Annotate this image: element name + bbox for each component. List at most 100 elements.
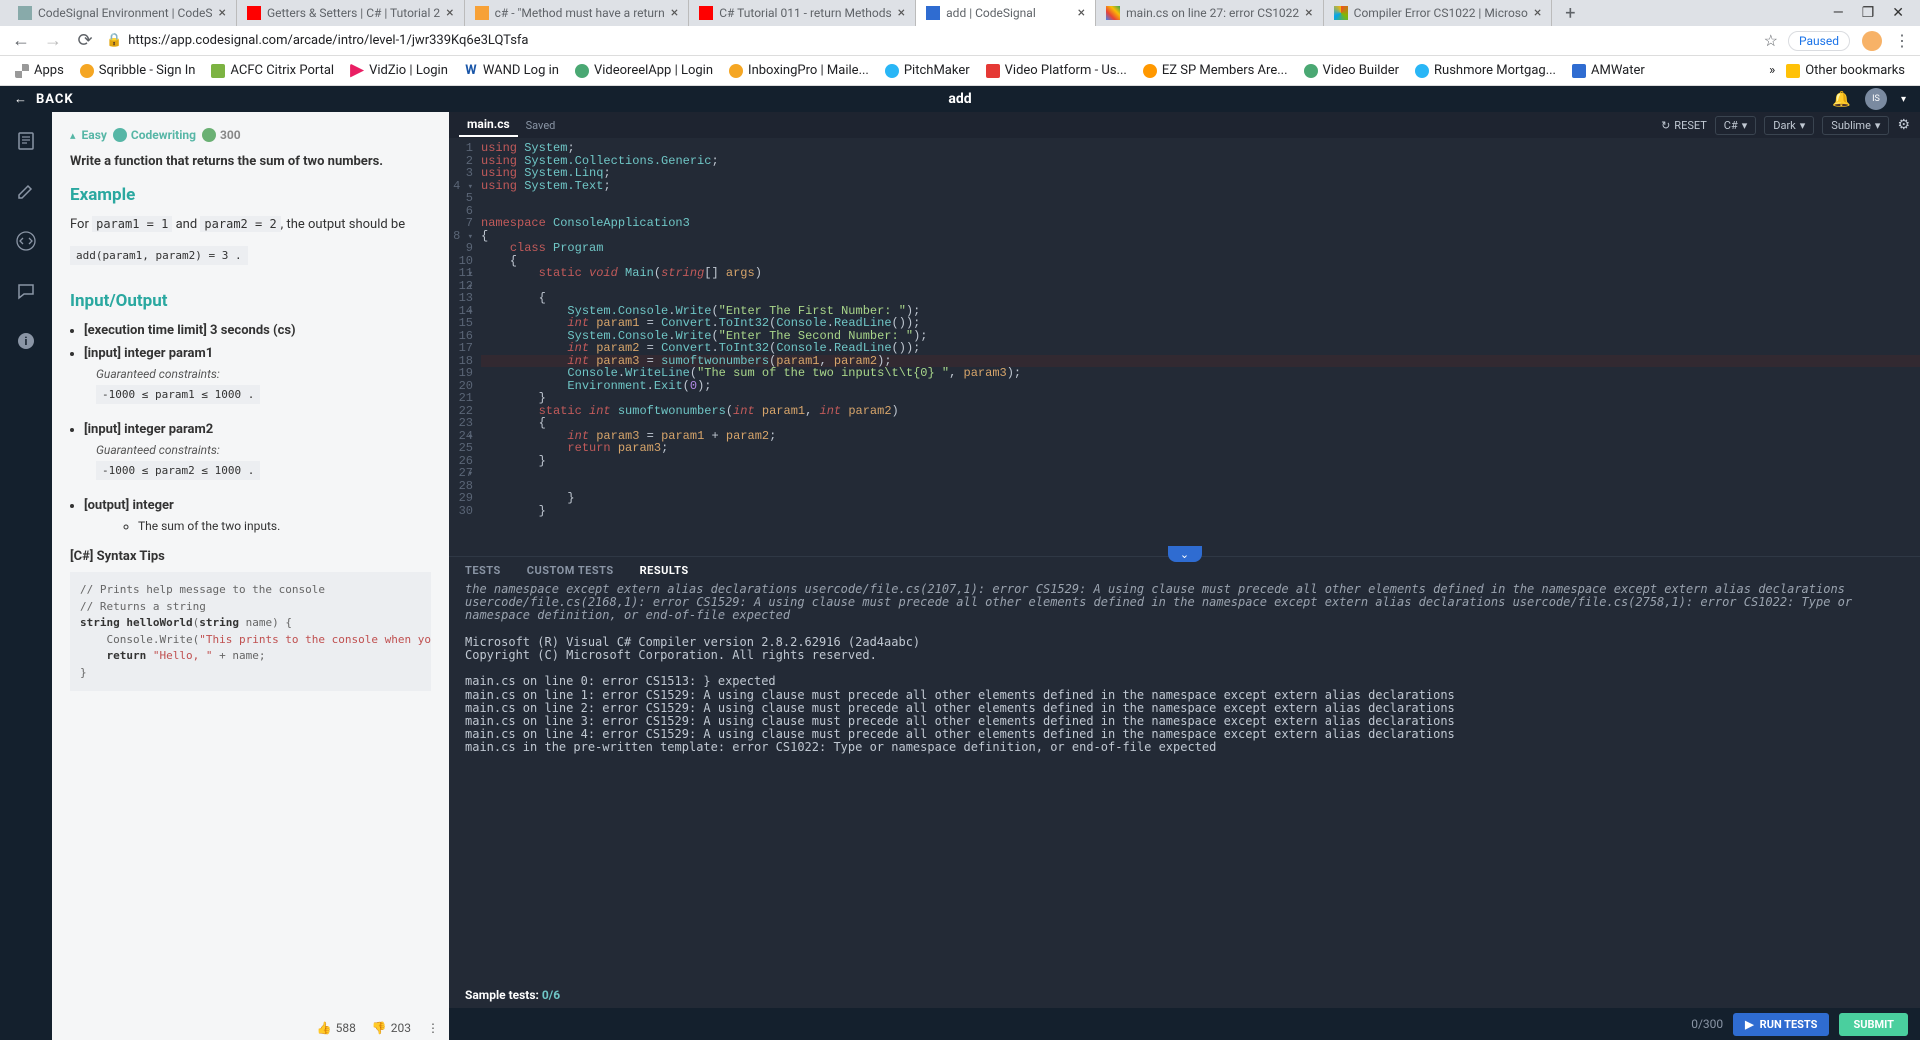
keymap-select[interactable]: Sublime▾	[1822, 116, 1889, 135]
tab-4[interactable]: C# Tutorial 011 - return Methods×	[689, 0, 916, 26]
chevron-down-icon: ▾	[1875, 119, 1881, 132]
left-rail: i	[0, 112, 52, 1040]
code-icon[interactable]	[15, 230, 37, 252]
tab-2[interactable]: Getters & Setters | C# | Tutorial 2×	[237, 0, 465, 26]
tab-5-active[interactable]: add | CodeSignal ×	[916, 0, 1096, 26]
comment-icon[interactable]	[15, 280, 37, 302]
thumb-up-icon: 👍	[317, 1021, 332, 1035]
upvote-button[interactable]: 👍588	[317, 1021, 356, 1035]
paused-badge[interactable]: Paused	[1788, 31, 1850, 51]
line-gutter: 1234 ▾5678 ▾910 ▾11 ▾1213 ▾1415161718192…	[449, 142, 481, 556]
menu-icon[interactable]: ⋮	[1894, 31, 1910, 50]
maximize-icon[interactable]: ❐	[1862, 5, 1875, 21]
bookmark-item[interactable]: AMWater	[1567, 61, 1650, 80]
io-output: [output] integer	[84, 498, 431, 513]
language-select[interactable]: C#▾	[1715, 116, 1756, 135]
close-icon[interactable]: ×	[1078, 5, 1085, 21]
result-line: the namespace except extern alias declar…	[465, 583, 1904, 623]
submit-button[interactable]: SUBMIT	[1839, 1013, 1908, 1036]
results-tabs: TESTS CUSTOM TESTS RESULTS	[449, 557, 1920, 583]
tab-3[interactable]: c# - "Method must have a return ×	[465, 0, 690, 26]
editor-header: main.cs Saved ↻RESET C#▾ Dark▾ Sublime▾ …	[449, 112, 1920, 138]
close-icon[interactable]: ×	[898, 5, 905, 21]
tab-custom-tests[interactable]: CUSTOM TESTS	[527, 564, 614, 577]
tab-results[interactable]: RESULTS	[640, 564, 689, 577]
bookmark-item[interactable]: Rushmore Mortgag...	[1410, 61, 1561, 80]
syntax-tips-heading: [C#] Syntax Tips	[70, 549, 431, 564]
bookmark-item[interactable]: Video Builder	[1299, 61, 1405, 80]
chevron-down-icon[interactable]: ▾	[1901, 94, 1906, 105]
bookmark-item[interactable]: VideoreelApp | Login	[570, 61, 718, 80]
theme-select[interactable]: Dark▾	[1764, 116, 1814, 135]
address-bar: ← → ⟳ 🔒 https://app.codesignal.com/arcad…	[0, 26, 1920, 56]
bookmark-item[interactable]: PitchMaker	[880, 61, 975, 80]
more-icon[interactable]: ⋮	[427, 1021, 439, 1035]
apps-button[interactable]: Apps	[10, 61, 69, 80]
io-input2: [input] integer param2	[84, 422, 431, 437]
difficulty-badge: Easy	[82, 128, 107, 142]
file-tab[interactable]: main.cs	[459, 113, 518, 137]
bookmark-item[interactable]: WWAND Log in	[459, 61, 564, 80]
lock-icon: 🔒	[106, 33, 122, 48]
overflow-icon[interactable]: »	[1769, 63, 1775, 78]
code-editor[interactable]: 1234 ▾5678 ▾910 ▾11 ▾1213 ▾1415161718192…	[449, 138, 1920, 556]
reset-icon: ↻	[1661, 119, 1670, 132]
editor-panel: main.cs Saved ↻RESET C#▾ Dark▾ Sublime▾ …	[449, 112, 1920, 1040]
close-icon[interactable]: ×	[671, 5, 678, 21]
pencil-icon[interactable]	[15, 180, 37, 202]
results-panel: ⌄ TESTS CUSTOM TESTS RESULTS the namespa…	[449, 556, 1920, 1040]
close-icon[interactable]: ×	[1534, 5, 1541, 21]
result-line: main.cs on line 2: error CS1529: A using…	[465, 702, 1904, 715]
tab-6[interactable]: main.cs on line 27: error CS1022×	[1096, 0, 1324, 26]
avatar[interactable]: IS	[1865, 88, 1887, 110]
profile-avatar-icon[interactable]	[1862, 31, 1882, 51]
description-icon[interactable]	[15, 130, 37, 152]
bookmark-item[interactable]: VidZio | Login	[345, 61, 453, 80]
bookmark-item[interactable]: ACFC Citrix Portal	[206, 61, 339, 80]
new-tab-button[interactable]: +	[1552, 0, 1588, 26]
back-icon[interactable]: ←	[10, 30, 32, 51]
bookmark-item[interactable]: Video Platform - Us...	[981, 61, 1132, 80]
info-icon[interactable]: i	[15, 330, 37, 352]
close-icon[interactable]: ×	[1305, 5, 1312, 21]
result-line: main.cs on line 1: error CS1529: A using…	[465, 689, 1904, 702]
sample-tests: Sample tests: 0/6	[449, 982, 1920, 1008]
url-field[interactable]: 🔒 https://app.codesignal.com/arcade/intr…	[106, 33, 1754, 48]
result-line: Microsoft (R) Visual C# Compiler version…	[465, 636, 1904, 649]
svg-text:i: i	[25, 335, 28, 348]
bookmark-item[interactable]: InboxingPro | Maile...	[724, 61, 874, 80]
star-icon[interactable]: ☆	[1764, 31, 1778, 50]
close-icon[interactable]: ×	[218, 5, 225, 21]
coin-icon	[202, 128, 216, 142]
io-constraint-label: Guaranteed constraints:	[96, 443, 431, 457]
other-bookmarks[interactable]: Other bookmarks	[1781, 61, 1910, 80]
bookmark-item[interactable]: EZ SP Members Are...	[1138, 61, 1293, 80]
tab-7[interactable]: Compiler Error CS1022 | Microso×	[1324, 0, 1553, 26]
codewriting-label: Codewriting	[131, 128, 196, 142]
downvote-button[interactable]: 👎203	[372, 1021, 411, 1035]
bell-icon[interactable]: 🔔	[1832, 90, 1851, 108]
io-constraint1: -1000 ≤ param1 ≤ 1000	[102, 388, 241, 401]
tab-1[interactable]: CodeSignal Environment | CodeS×	[8, 0, 237, 26]
tab-title: c# - "Method must have a return	[495, 6, 665, 20]
coin-count: 300	[220, 128, 241, 142]
results-output[interactable]: the namespace except extern alias declar…	[449, 583, 1920, 982]
gear-icon[interactable]: ⚙	[1897, 117, 1910, 133]
description-footer: 👍588 👎203 ⋮	[52, 1016, 449, 1040]
description-panel: ▴ Easy Codewriting 300 Write a function …	[52, 112, 449, 1040]
reload-icon[interactable]: ⟳	[74, 30, 96, 51]
tab-title: add | CodeSignal	[946, 6, 1072, 20]
page-title: add	[948, 91, 971, 107]
back-button[interactable]: ← BACK	[14, 91, 74, 107]
close-window-icon[interactable]: ✕	[1892, 5, 1904, 21]
file-saved-label: Saved	[518, 115, 564, 136]
chevron-up-icon: ▴	[70, 129, 76, 142]
forward-icon[interactable]: →	[42, 30, 64, 51]
run-tests-button[interactable]: ▶RUN TESTS	[1733, 1013, 1829, 1036]
close-icon[interactable]: ×	[446, 5, 453, 21]
result-line: main.cs on line 0: error CS1513: } expec…	[465, 675, 1904, 688]
reset-button[interactable]: ↻RESET	[1661, 119, 1707, 132]
bookmark-item[interactable]: Sqribble - Sign In	[75, 61, 201, 80]
minimize-icon[interactable]: —	[1833, 5, 1844, 21]
tab-tests[interactable]: TESTS	[465, 564, 501, 577]
